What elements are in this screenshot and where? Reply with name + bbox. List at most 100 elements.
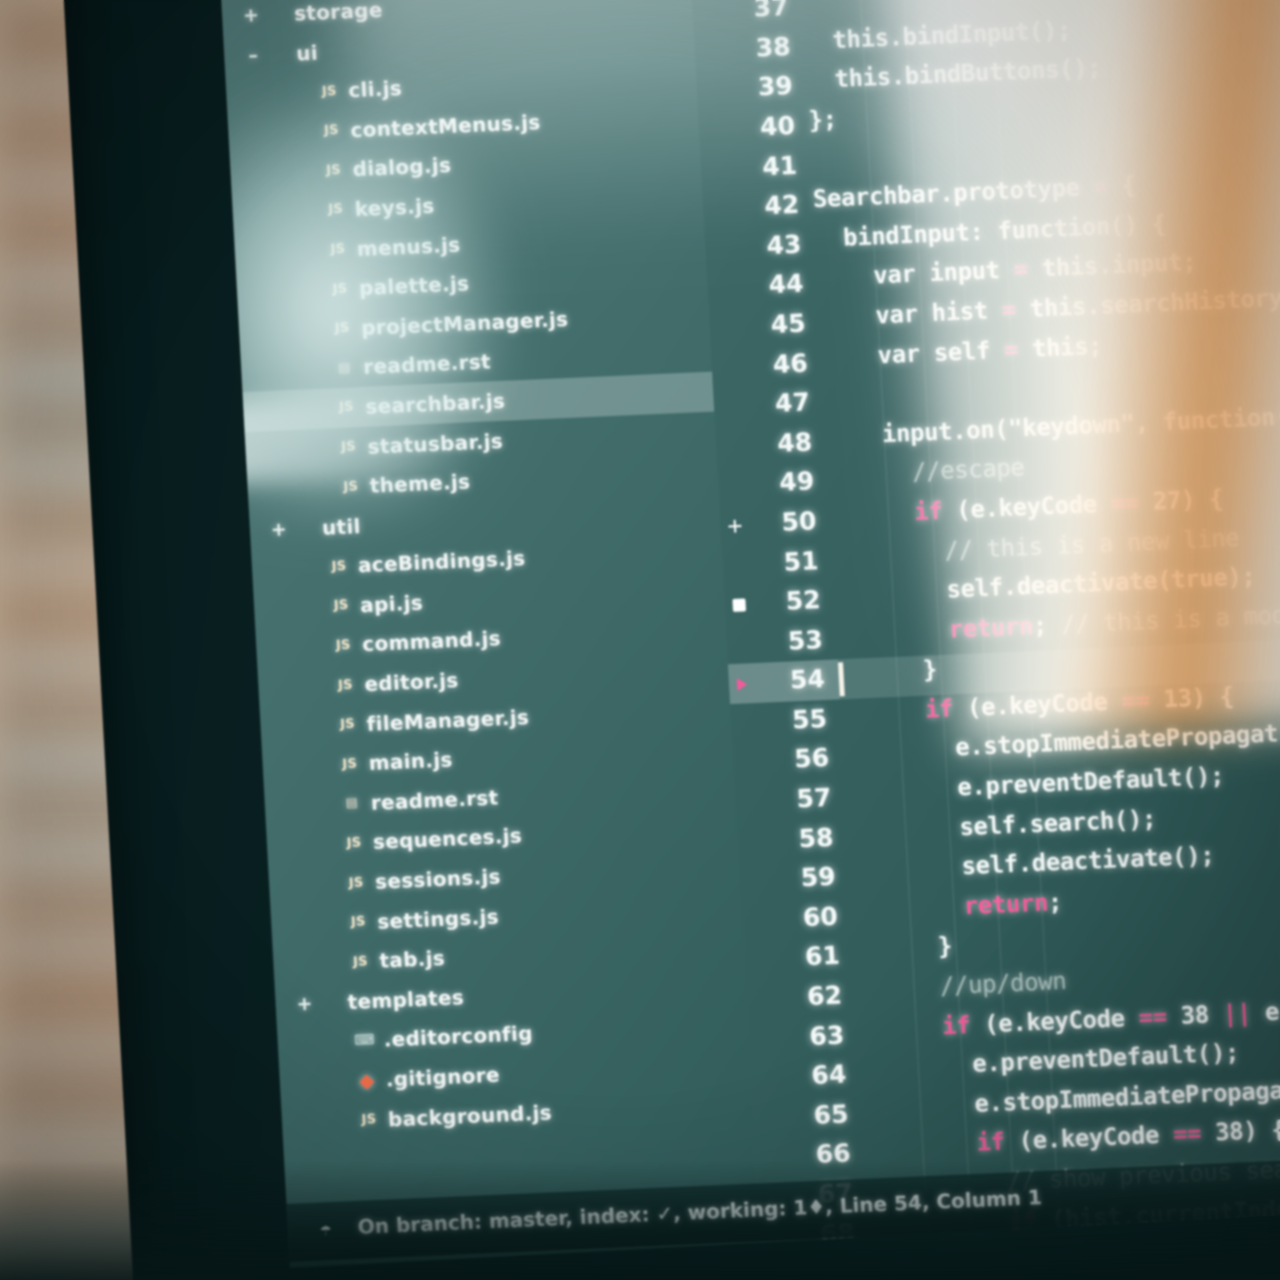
file-tree-item-label: statusbar.js	[366, 428, 504, 459]
gutter-row[interactable]: 63	[747, 1016, 859, 1060]
file-tree-item-label: .gitignore	[385, 1062, 501, 1092]
expand-icon[interactable]: +	[293, 992, 316, 1015]
line-number: 60	[802, 901, 839, 933]
line-number: 54	[789, 664, 826, 695]
gutter-row[interactable]: 62	[745, 976, 857, 1020]
gutter-row[interactable]: 44	[707, 264, 819, 308]
js-file-icon: JS	[327, 202, 344, 218]
gutter-row[interactable]: 60	[741, 897, 853, 941]
gutter-row[interactable]: 41	[700, 146, 812, 190]
expand-icon[interactable]: +	[267, 518, 290, 541]
gutter-row[interactable]: 40	[698, 106, 810, 150]
line-number: 42	[763, 189, 800, 221]
gutter-row[interactable]: 38	[694, 27, 806, 71]
code-token: ;	[1047, 887, 1063, 917]
gutter-row[interactable]: 51	[722, 541, 834, 585]
gutter-row[interactable]: 57	[734, 778, 846, 822]
code-token: this;	[1017, 331, 1103, 363]
gutter-row[interactable]: 42	[702, 185, 814, 229]
gutter-row[interactable]: 39	[696, 67, 808, 111]
file-tree-item-label: main.js	[368, 747, 454, 776]
git-branch-icon: ☂	[319, 1218, 332, 1241]
file-tree-item-label: sequences.js	[372, 823, 523, 855]
file-tree-item-label: readme.rst	[362, 349, 492, 380]
js-file-icon: JS	[342, 478, 359, 495]
gutter-row[interactable]: 52	[724, 581, 836, 625]
gutter-row[interactable]: 65	[751, 1095, 863, 1139]
file-tree-item-label: .editorconfig	[383, 1021, 534, 1052]
file-tree-item-label: background.js	[387, 1099, 553, 1132]
code-token: };	[807, 104, 838, 135]
code-token: ;	[1032, 610, 1062, 640]
line-number: 43	[765, 229, 803, 260]
line-number: 64	[810, 1059, 848, 1091]
code-token: ==	[1110, 488, 1140, 518]
gutter-row[interactable]: 49	[717, 462, 829, 506]
code-token: ==	[1120, 685, 1151, 715]
js-file-icon: JS	[346, 835, 362, 851]
file-tree-item-label: cli.js	[347, 76, 403, 103]
file-tree-item-label: palette.js	[358, 271, 470, 301]
gutter-row[interactable]: 53	[726, 620, 838, 664]
code-token: }	[837, 655, 938, 688]
js-file-icon: JS	[340, 439, 357, 455]
gutter-row[interactable]: 45	[709, 304, 821, 348]
file-tree-item-label: storage	[293, 0, 384, 26]
file-tree-sidebar[interactable]: +lib+sessions+storage–uiJScli.jsJScontex…	[218, 0, 760, 1262]
rst-file-icon: ▤	[345, 795, 359, 812]
rst-file-icon: ▤	[337, 360, 352, 376]
gutter-row[interactable]: 58	[736, 818, 848, 862]
file-tree-item-label: util	[321, 513, 362, 540]
gutter-row[interactable]: 48	[715, 422, 827, 466]
diff-modified-marker-icon[interactable]	[732, 598, 747, 613]
js-file-icon: JS	[339, 716, 356, 733]
file-tree-item-label: menus.js	[356, 232, 461, 261]
js-file-icon: JS	[330, 241, 346, 258]
line-number: 40	[759, 110, 796, 142]
code-token: if	[829, 496, 944, 530]
gutter-row[interactable]: 50	[719, 502, 831, 546]
gutter-row[interactable]: 61	[743, 936, 855, 980]
line-number: 63	[808, 1020, 845, 1051]
code-token: e.keyCode	[1264, 992, 1280, 1026]
line-number: 48	[776, 427, 813, 458]
diff-added-marker-icon[interactable]	[728, 519, 742, 533]
js-file-icon: JS	[341, 756, 358, 772]
gutter-row[interactable]: 46	[711, 343, 823, 387]
gutter-row[interactable]: 66	[754, 1134, 866, 1178]
gutter-row[interactable]: 64	[749, 1055, 861, 1099]
js-file-icon: JS	[325, 162, 342, 179]
file-tree-item-label: aceBindings.js	[357, 546, 526, 578]
code-token: 38) {	[1214, 1115, 1280, 1147]
line-number: 39	[757, 71, 794, 102]
file-tree-item-label: templates	[346, 984, 465, 1014]
line-number: 59	[799, 861, 837, 893]
code-area[interactable]: temporaryQuery: ''}; this.bindInput(); t…	[797, 0, 1280, 1268]
expand-icon[interactable]: +	[240, 4, 263, 27]
js-file-icon: JS	[332, 281, 348, 297]
file-tree-item-label: contextMenus.js	[349, 109, 542, 142]
gutter-row[interactable]: 43	[704, 225, 816, 269]
file-tree[interactable]: +lib+sessions+storage–uiJScli.jsJScontex…	[218, 0, 753, 1143]
gutter-row[interactable]: 59	[739, 857, 851, 901]
code-token: }	[852, 932, 953, 965]
gutter-row[interactable]: 56	[732, 739, 844, 783]
code-token: ==	[1172, 1119, 1202, 1149]
gutter-row[interactable]: 55	[730, 699, 842, 743]
file-tree-item-label: readme.rst	[370, 785, 499, 815]
js-file-icon: JS	[338, 399, 355, 416]
gutter-row[interactable]: 47	[713, 383, 825, 427]
gutter-row[interactable]: 54	[727, 659, 840, 705]
code-token: ||	[1222, 998, 1252, 1028]
collapse-icon[interactable]: –	[242, 44, 265, 67]
file-tree-item-label: ui	[295, 40, 319, 66]
